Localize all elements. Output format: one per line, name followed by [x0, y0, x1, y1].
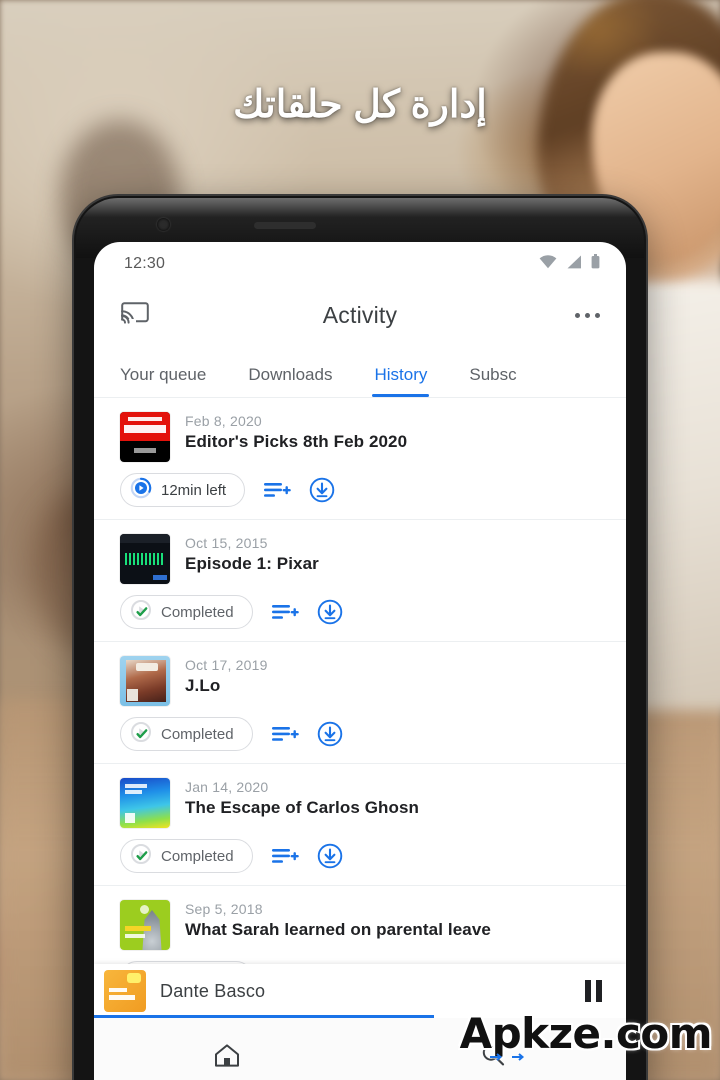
tab-your-queue[interactable]: Your queue [120, 365, 206, 397]
play-status-chip[interactable]: Completed [120, 717, 253, 751]
status-time: 12:30 [124, 255, 166, 272]
earpiece-speaker [254, 222, 316, 229]
episode-status: 12min left [161, 481, 227, 499]
episode-title: J.Lo [185, 676, 221, 695]
add-to-queue-icon[interactable] [271, 601, 299, 623]
completed-play-icon [130, 843, 152, 870]
episode-title: Editor's Picks 8th Feb 2020 [185, 432, 408, 451]
episode-status: Completed [161, 725, 234, 743]
tab-bar: Your queue Downloads History Subsc [94, 344, 626, 398]
episode-date: Feb 8, 2020 [185, 413, 262, 429]
episode-status: Completed [161, 603, 234, 621]
green-capitol-thumbnail [120, 900, 170, 950]
episode-date: Oct 17, 2019 [185, 657, 268, 673]
orange-podcast-thumbnail [104, 970, 146, 1012]
home-icon [212, 1041, 242, 1074]
add-to-queue-icon[interactable] [263, 479, 291, 501]
promo-headline: إدارة كل حلقاتك [233, 84, 487, 126]
watermark-text: Apkze.com [459, 1009, 713, 1058]
dark-waveform-thumbnail [120, 534, 170, 584]
tab-downloads[interactable]: Downloads [248, 365, 332, 397]
now-playing-title: Dante Basco [160, 980, 266, 1001]
download-icon[interactable] [317, 843, 343, 869]
play-progress-icon [130, 477, 152, 504]
completed-play-icon [130, 599, 152, 626]
photo-thumbnail [120, 656, 170, 706]
app-bar: Activity [94, 286, 626, 344]
episode-title: What Sarah learned on parental leave [185, 920, 491, 939]
nav-item-home[interactable] [94, 1041, 360, 1074]
download-icon[interactable] [309, 477, 335, 503]
list-item[interactable]: Oct 15, 2015 Episode 1: Pixar Completed [94, 520, 626, 642]
episode-date: Oct 15, 2015 [185, 535, 268, 551]
download-icon[interactable] [317, 721, 343, 747]
list-item[interactable]: Jan 14, 2020 The Escape of Carlos Ghosn [94, 764, 626, 886]
gradient-thumbnail [120, 778, 170, 828]
list-item[interactable]: Oct 17, 2019 J.Lo Completed [94, 642, 626, 764]
signal-icon [566, 255, 582, 274]
battery-icon [591, 254, 600, 274]
add-to-queue-icon[interactable] [271, 723, 299, 745]
app-screen: 12:30 Activity Your queue Downloads Hist… [94, 242, 626, 1080]
tab-subscriptions[interactable]: Subsc [469, 365, 516, 397]
promo-screenshot: إدارة كل حلقاتك 12:30 Activity Your queu… [0, 0, 720, 1080]
play-status-chip[interactable]: Completed [120, 839, 253, 873]
episode-title: The Escape of Carlos Ghosn [185, 798, 420, 817]
add-to-queue-icon[interactable] [271, 845, 299, 867]
status-bar: 12:30 [94, 242, 626, 286]
episode-title: Episode 1: Pixar [185, 554, 319, 573]
wifi-icon [539, 254, 557, 274]
watermark-arrows-icon [489, 1053, 524, 1061]
status-icons [539, 254, 600, 274]
tab-history[interactable]: History [372, 365, 430, 397]
play-status-chip[interactable]: Completed [120, 595, 253, 629]
episode-date: Jan 14, 2020 [185, 779, 269, 795]
front-camera-icon [157, 218, 170, 231]
more-options-icon[interactable] [575, 312, 600, 318]
page-title: Activity [322, 301, 398, 328]
download-icon[interactable] [317, 599, 343, 625]
list-item[interactable]: Feb 8, 2020 Editor's Picks 8th Feb 2020 [94, 398, 626, 520]
site-watermark: Apkze.com [459, 1009, 713, 1061]
episode-status: Completed [161, 847, 234, 865]
economist-thumbnail [120, 412, 170, 462]
play-status-chip[interactable]: 12min left [120, 473, 246, 507]
completed-play-icon [130, 721, 152, 748]
pause-button[interactable] [585, 980, 602, 1002]
episode-date: Sep 5, 2018 [185, 901, 263, 917]
